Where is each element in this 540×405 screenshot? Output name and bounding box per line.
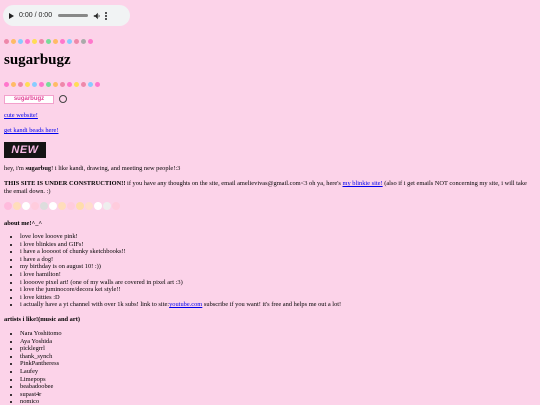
list-item: Laufey: [20, 368, 62, 376]
list-item: i love the juminocore/decora kei style!!: [20, 286, 341, 294]
intro-prefix: hey, i'm: [4, 165, 26, 172]
decorative-emoji-divider-middle: [4, 79, 100, 89]
blinkie-site-link[interactable]: my blinkie site!: [343, 180, 383, 187]
swirl-icon: [59, 95, 67, 103]
decorative-emoji-strip: [4, 202, 120, 212]
list-item: i have a dog!: [20, 256, 341, 264]
list-item: i have a looooot of chunky sketchbooks!!: [20, 248, 341, 256]
kandi-beads-link[interactable]: get kandi beads here!: [4, 127, 58, 135]
page-title: sugarbugz: [4, 52, 71, 68]
audio-time: 0:00 / 0:00: [19, 12, 53, 19]
audio-progress-bar[interactable]: [58, 14, 89, 17]
list-item: beabadoobee: [20, 383, 62, 391]
list-item: i love kitties :D: [20, 294, 341, 302]
list-item: supast4r: [20, 391, 62, 399]
list-item: love love looove pink!: [20, 233, 341, 241]
list-item: picklegrrl: [20, 345, 62, 353]
audio-player[interactable]: 0:00 / 0:00: [3, 5, 130, 26]
play-icon[interactable]: [9, 12, 14, 19]
list-item: nomico: [20, 398, 62, 405]
youtube-text: i actually have a yt channel with over 1…: [20, 301, 170, 309]
list-item: PinkPantheress: [20, 360, 62, 368]
artists-heading: artists i like!(music and art): [4, 316, 80, 323]
list-item: i love blinkies and GIFs!: [20, 241, 341, 249]
list-item: Nara Yoshitomo: [20, 330, 62, 338]
construction-notice: THIS SITE IS UNDER CONSTRUCTION!! if you…: [4, 180, 532, 196]
volume-icon[interactable]: [93, 12, 101, 20]
intro-suffix: ! i like kandi, drawing, and meeting new…: [51, 165, 181, 172]
youtube-link[interactable]: youtube.com: [169, 301, 202, 308]
decorative-emoji-divider-top: [4, 36, 93, 46]
list-item: i loooove pixel art! (one of my walls ar…: [20, 279, 341, 287]
cute-website-link[interactable]: cute website!: [4, 112, 38, 120]
list-item: Aya Yoshida: [20, 338, 62, 346]
intro-name: sugarbug: [25, 165, 52, 172]
site-button-badge[interactable]: sugarbugz: [4, 95, 54, 104]
youtube-text-end: subscribe if you want! it's free and hel…: [202, 301, 342, 309]
construction-text: if you have any thoughts on the site, em…: [125, 180, 343, 187]
about-heading: about me!^_^: [4, 220, 43, 227]
about-list: love love looove pink! i love blinkies a…: [4, 233, 341, 309]
more-options-icon[interactable]: [105, 11, 108, 20]
list-item: thank_synch: [20, 353, 62, 361]
page: 0:00 / 0:00 sugarbugz sugarbugz cute web…: [0, 0, 540, 405]
artists-list: Nara Yoshitomo Aya Yoshida picklegrrl th…: [4, 330, 62, 405]
intro-text: hey, i'm sugarbug! i like kandi, drawing…: [4, 165, 532, 173]
list-item: i love hamilton!: [20, 271, 341, 279]
list-item: i actually have a yt channel with over 1…: [20, 301, 341, 309]
new-banner: NEW: [4, 142, 46, 158]
list-item: my birthday is on august 10! :)): [20, 263, 341, 271]
list-item: Limepops: [20, 376, 62, 384]
construction-heading: THIS SITE IS UNDER CONSTRUCTION!!: [4, 180, 126, 187]
